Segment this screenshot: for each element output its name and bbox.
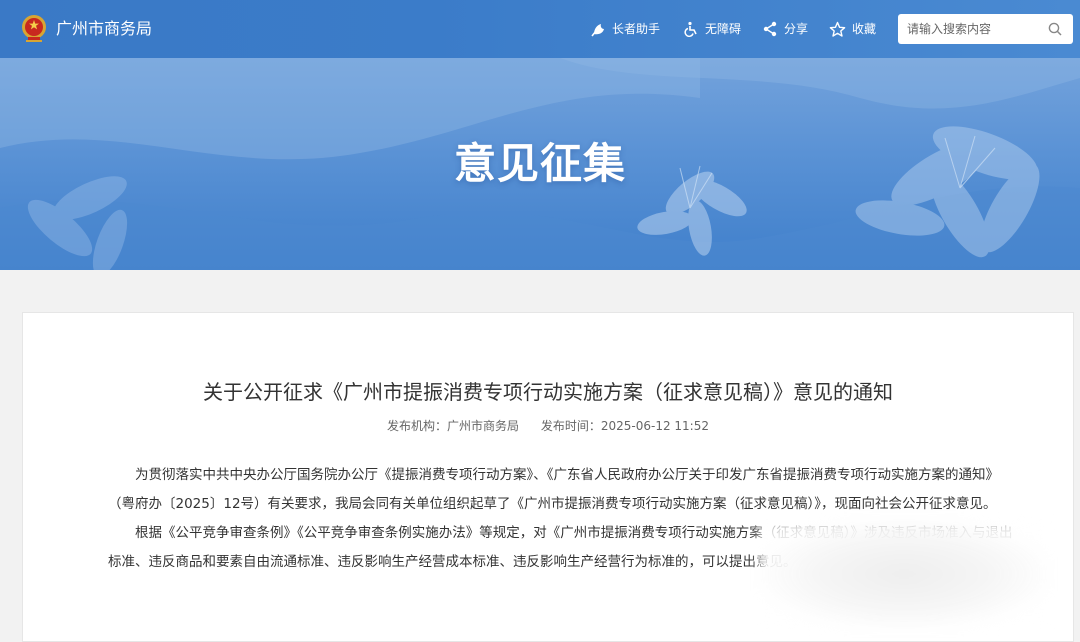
top-nav-bar: 广州市商务局 长者助手 无障碍 分享 收藏 [0, 0, 1080, 58]
accessibility-label: 无障碍 [705, 22, 742, 36]
search-box [898, 14, 1073, 44]
publisher-value: 广州市商务局 [447, 419, 520, 433]
accessibility-button[interactable]: 无障碍 [683, 19, 741, 39]
share-icon [763, 21, 777, 37]
date-info: 发布时间：2025-06-12 11:52 [541, 419, 709, 433]
elder-assistant-label: 长者助手 [612, 22, 661, 36]
share-button[interactable]: 分享 [762, 19, 808, 39]
article-title: 关于公开征求《广州市提振消费专项行动实施方案（征求意见稿）》意见的通知 [203, 380, 893, 404]
national-emblem-icon [22, 15, 46, 42]
share-label: 分享 [784, 22, 809, 36]
favorite-button[interactable]: 收藏 [829, 19, 876, 39]
page-title: 意见征集 [453, 139, 626, 188]
blurred-overlay [759, 519, 1049, 629]
elder-icon [591, 24, 604, 37]
elder-assistant-button[interactable]: 长者助手 [590, 19, 660, 39]
site-name[interactable]: 广州市商务局 [56, 18, 152, 40]
article-meta: 发布机构：广州市商务局 发布时间：2025-06-12 11:52 [23, 417, 1073, 435]
date-value: 2025-06-12 11:52 [600, 419, 709, 433]
favorite-label: 收藏 [852, 22, 877, 36]
paragraph: 为贯彻落实中共中央办公厅国务院办公厅《提振消费专项行动方案》、《广东省人民政府办… [108, 467, 999, 512]
star-icon [829, 21, 846, 37]
publisher-info: 发布机构：广州市商务局 [387, 419, 519, 433]
date-label: 发布时间： [540, 419, 601, 433]
search-input[interactable] [907, 14, 1043, 44]
hero-banner: 意见征集 [0, 58, 1080, 270]
search-icon[interactable] [1048, 22, 1062, 36]
wheelchair-icon [684, 21, 697, 37]
publisher-label: 发布机构： [386, 419, 447, 433]
article-card: 关于公开征求《广州市提振消费专项行动实施方案（征求意见稿）》意见的通知 发布机构… [22, 312, 1074, 642]
